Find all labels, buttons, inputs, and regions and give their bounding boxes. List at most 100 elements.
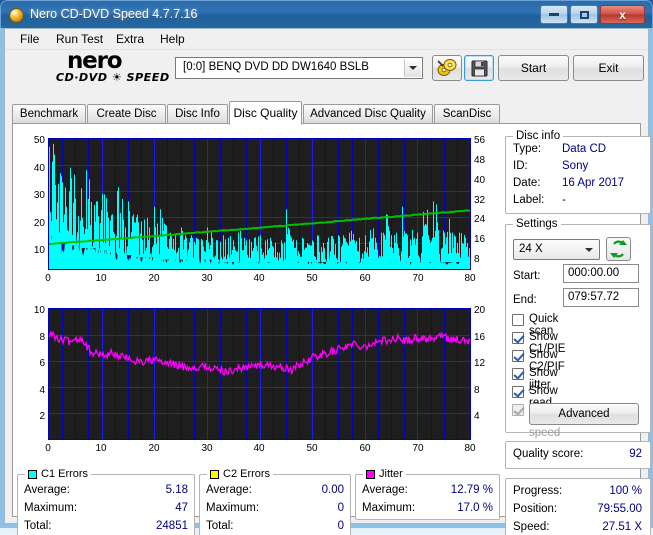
minimize-icon — [549, 13, 559, 16]
jitter-rytick-20: 20 — [474, 305, 486, 316]
c1-errors-chart: 50 40 30 20 10 56 48 40 32 24 16 8 0 10 … — [17, 128, 501, 296]
tab-benchmark[interactable]: Benchmark — [12, 104, 86, 123]
jitter-maximum-label: Maximum: — [362, 502, 416, 514]
jitter-xtick-70: 70 — [412, 443, 424, 454]
jitter-title: Jitter — [379, 468, 403, 480]
checkbox-icon — [512, 332, 524, 344]
chevron-down-icon[interactable] — [404, 59, 421, 77]
c1-errors-legend: C1 Errors — [25, 468, 92, 480]
disc-type-value: Data CD — [562, 143, 607, 155]
tab-advanced-disc-quality[interactable]: Advanced Disc Quality — [303, 104, 433, 123]
tab-scandisc[interactable]: ScanDisc — [434, 104, 500, 123]
sidebar: Disc info Type: Data CD ID: Sony Date: 1… — [505, 128, 651, 535]
jitter-rytick-12: 12 — [474, 358, 486, 369]
checkbox-icon — [512, 350, 524, 362]
advanced-button[interactable]: Advanced — [529, 403, 639, 425]
c1-total-label: Total: — [24, 520, 52, 532]
c2-average-value: 0.00 — [321, 484, 344, 496]
jitter-average-value: 12.79 % — [450, 484, 493, 496]
c1-average-label: Average: — [24, 484, 70, 496]
jitter-ytick-6: 6 — [39, 358, 45, 369]
quality-score-value: 92 — [629, 448, 642, 460]
c1-xtick-30: 30 — [201, 273, 213, 284]
c2-color-swatch — [210, 469, 219, 479]
minimize-button[interactable] — [540, 5, 568, 24]
c1-xtick-60: 60 — [359, 273, 371, 284]
c1-ytick-20: 20 — [33, 218, 45, 229]
tab-create-disc[interactable]: Create Disc — [87, 104, 166, 123]
menu-run-test[interactable]: Run Test — [49, 31, 110, 48]
menu-help[interactable]: Help — [153, 31, 192, 48]
start-button-label: Start — [520, 61, 547, 75]
jitter-xtick-10: 10 — [95, 443, 107, 454]
jitter-stats: Jitter Average: 12.79 % Maximum: 17.0 % — [355, 468, 500, 520]
checkbox-icon — [512, 404, 524, 416]
c2-errors-title: C2 Errors — [223, 468, 271, 480]
tab-bar: Benchmark Create Disc Disc Info Disc Qua… — [12, 101, 641, 125]
checkbox-icon — [512, 386, 524, 398]
maximize-icon — [579, 10, 589, 19]
speed-label: Speed: — [513, 521, 550, 533]
c1-xtick-50: 50 — [306, 273, 318, 284]
c1-total-value: 24851 — [156, 520, 188, 532]
speed-ytick-56: 56 — [474, 135, 486, 146]
c2-total-label: Total: — [206, 520, 234, 532]
disc-quality-panel: 50 40 30 20 10 56 48 40 32 24 16 8 0 10 … — [12, 123, 651, 535]
c2-average-label: Average: — [206, 484, 252, 496]
jitter-ytick-8: 8 — [39, 332, 45, 343]
maximize-button[interactable] — [570, 5, 598, 24]
scan-end-value: 079:57.72 — [568, 291, 620, 303]
disc-date-value: 16 Apr 2017 — [562, 177, 625, 189]
exit-button[interactable]: Exit — [573, 55, 644, 81]
checkbox-icon — [512, 368, 524, 380]
settings-group: Settings 24 X Start: 000:00.00 End: 079:… — [505, 218, 651, 439]
speed-ytick-48: 48 — [474, 155, 486, 166]
jitter-plot-svg — [49, 309, 470, 439]
menu-extra[interactable]: Extra — [109, 31, 151, 48]
refresh-button[interactable] — [606, 237, 631, 261]
save-floppy-icon — [471, 60, 488, 77]
charts-container: 50 40 30 20 10 56 48 40 32 24 16 8 0 10 … — [17, 128, 501, 468]
tab-disc-quality[interactable]: Disc Quality — [229, 101, 302, 125]
close-button[interactable]: x — [600, 5, 645, 24]
c1-xtick-20: 20 — [148, 273, 160, 284]
speed-select-value: 24 X — [519, 243, 543, 255]
close-icon: x — [619, 7, 626, 22]
checkbox-icon — [512, 314, 524, 326]
speed-select[interactable]: 24 X — [513, 239, 600, 260]
c1-maximum-value: 47 — [175, 502, 188, 514]
save-button[interactable] — [464, 55, 494, 81]
disc-date-label: Date: — [513, 177, 541, 189]
disc-info-group: Disc info Type: Data CD ID: Sony Date: 1… — [505, 130, 651, 214]
c2-errors-stats: C2 Errors Average: 0.00 Maximum: 0 Total… — [199, 468, 351, 535]
speed-ytick-24: 24 — [474, 214, 486, 225]
chevron-down-icon[interactable] — [580, 240, 597, 259]
c2-maximum-value: 0 — [337, 502, 344, 514]
c1-errors-title: C1 Errors — [41, 468, 89, 480]
position-label: Position: — [513, 503, 558, 515]
disc-tool-button[interactable] — [432, 55, 462, 81]
scan-end-input[interactable]: 079:57.72 — [563, 288, 639, 307]
scan-start-label: Start: — [513, 270, 541, 282]
jitter-average-label: Average: — [362, 484, 408, 496]
logo-subtitle: CD·DVD ☀ SPEED — [55, 71, 170, 84]
app-icon — [9, 8, 24, 23]
disc-info-title: Disc info — [513, 130, 564, 142]
tab-disc-info[interactable]: Disc Info — [167, 104, 228, 123]
c1-plot-svg — [49, 139, 470, 269]
drive-select[interactable]: [0:0] BENQ DVD DD DW1640 BSLB — [175, 57, 423, 79]
jitter-rytick-16: 16 — [474, 332, 486, 343]
scan-start-input[interactable]: 000:00.00 — [563, 264, 639, 283]
start-button[interactable]: Start — [498, 55, 569, 81]
client-area: File Run Test Extra Help nero CD·DVD ☀ S… — [0, 28, 653, 535]
jitter-ytick-10: 10 — [33, 305, 45, 316]
menu-file[interactable]: File — [13, 31, 46, 48]
settings-title: Settings — [513, 218, 561, 230]
jitter-legend: Jitter — [363, 468, 406, 480]
jitter-xtick-40: 40 — [253, 443, 265, 454]
c1-ytick-50: 50 — [33, 135, 45, 146]
disc-id-value: Sony — [562, 160, 589, 172]
jitter-color-swatch — [366, 469, 375, 479]
nero-logo: nero CD·DVD ☀ SPEED — [55, 48, 182, 86]
c1-xtick-0: 0 — [45, 273, 51, 284]
